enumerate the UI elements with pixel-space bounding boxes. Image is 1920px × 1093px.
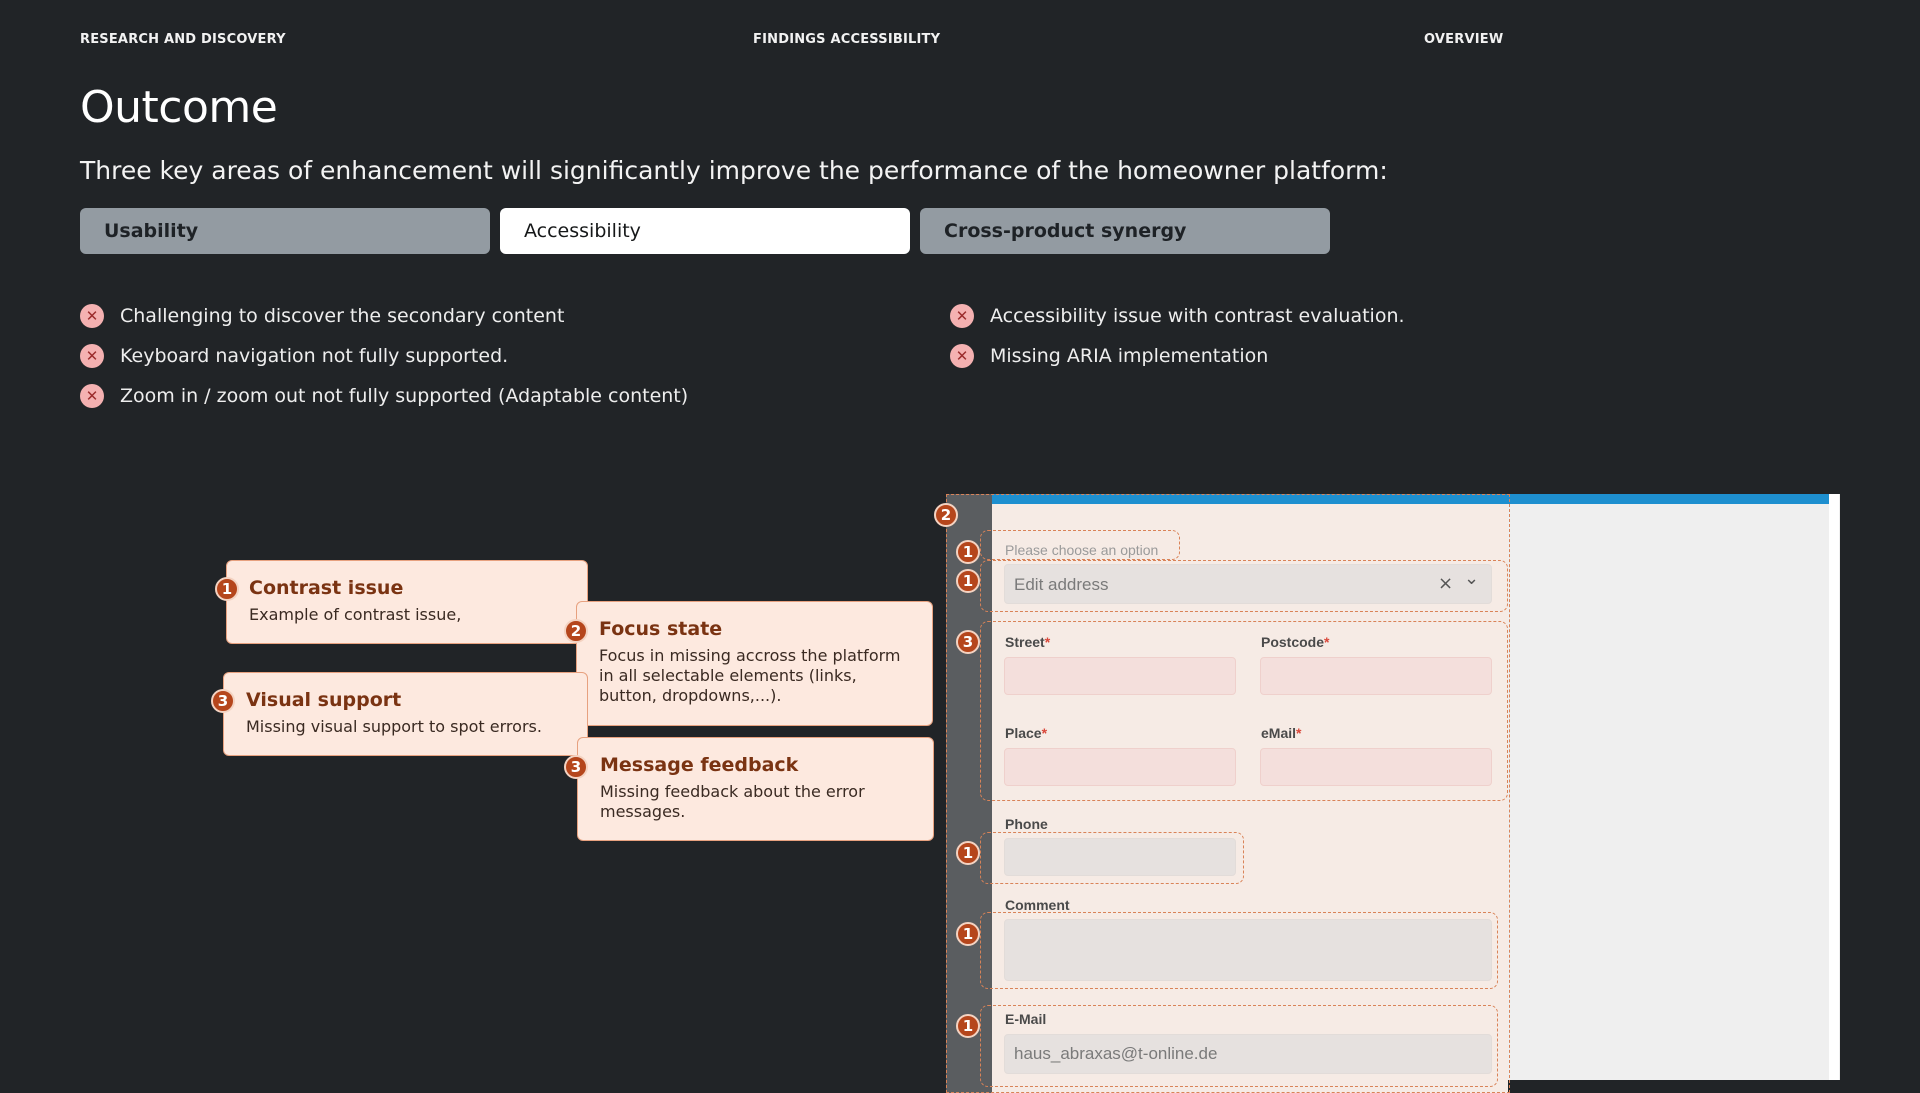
comment-field[interactable] bbox=[1004, 919, 1492, 981]
error-x-icon: ✕ bbox=[950, 344, 974, 368]
list-item: ✕ Zoom in / zoom out not fully supported… bbox=[80, 376, 688, 416]
callout-title: Visual support bbox=[246, 689, 402, 711]
error-x-icon: ✕ bbox=[950, 304, 974, 328]
callout-badge: 1 bbox=[215, 577, 239, 601]
email2-value: haus_abraxas@t-online.de bbox=[1014, 1044, 1218, 1063]
place-label: Place* bbox=[1005, 725, 1048, 741]
issue-text: Accessibility issue with contrast evalua… bbox=[990, 305, 1405, 327]
form-scroll-edge bbox=[1829, 494, 1839, 1080]
street-field[interactable] bbox=[1004, 657, 1236, 695]
nav-overview[interactable]: OVERVIEW bbox=[1424, 32, 1503, 47]
issue-list-right: ✕ Accessibility issue with contrast eval… bbox=[950, 296, 1405, 376]
marker-badge: 2 bbox=[934, 503, 958, 527]
callout-title: Message feedback bbox=[600, 754, 799, 776]
callout-visual-support: Visual support Missing visual support to… bbox=[223, 672, 588, 756]
email-field[interactable] bbox=[1260, 748, 1492, 786]
phone-field[interactable] bbox=[1004, 838, 1236, 876]
callout-badge: 3 bbox=[564, 755, 588, 779]
callout-focus-state: Focus state Focus in missing accross the… bbox=[576, 601, 933, 726]
issue-text: Missing ARIA implementation bbox=[990, 345, 1269, 367]
callout-message-feedback: Message feedback Missing feedback about … bbox=[577, 737, 934, 841]
email-label: eMail* bbox=[1261, 725, 1302, 741]
tab-cross-product-synergy[interactable]: Cross-product synergy bbox=[920, 208, 1330, 254]
tab-accessibility[interactable]: Accessibility bbox=[500, 208, 910, 254]
page-subtitle: Three key areas of enhancement will sign… bbox=[80, 156, 1388, 185]
place-field[interactable] bbox=[1004, 748, 1236, 786]
chevron-down-icon[interactable]: ⌄ bbox=[1464, 568, 1479, 589]
issue-text: Zoom in / zoom out not fully supported (… bbox=[120, 385, 689, 407]
nav-findings-accessibility[interactable]: FINDINGS ACCESSIBILITY bbox=[753, 32, 940, 47]
marker-badge: 1 bbox=[956, 1014, 980, 1038]
marker-badge: 1 bbox=[956, 569, 980, 593]
phone-label: Phone bbox=[1005, 816, 1048, 832]
tab-usability[interactable]: Usability bbox=[80, 208, 490, 254]
callout-contrast-issue: Contrast issue Example of contrast issue… bbox=[226, 560, 588, 644]
select-placeholder: Please choose an option bbox=[1005, 542, 1159, 558]
list-item: ✕ Challenging to discover the secondary … bbox=[80, 296, 688, 336]
callout-body: Focus in missing accross the platform in… bbox=[599, 646, 901, 705]
postcode-field[interactable] bbox=[1260, 657, 1492, 695]
marker-badge: 1 bbox=[956, 841, 980, 865]
clear-icon[interactable]: × bbox=[1438, 573, 1453, 594]
issue-text: Keyboard navigation not fully supported. bbox=[120, 345, 509, 367]
list-item: ✕ Missing ARIA implementation bbox=[950, 336, 1405, 376]
issue-list-left: ✕ Challenging to discover the secondary … bbox=[80, 296, 688, 416]
comment-label: Comment bbox=[1005, 897, 1070, 913]
marker-badge: 3 bbox=[956, 630, 980, 654]
list-item: ✕ Accessibility issue with contrast eval… bbox=[950, 296, 1405, 336]
nav-research-and-discovery[interactable]: RESEARCH AND DISCOVERY bbox=[80, 32, 286, 47]
issue-text: Challenging to discover the secondary co… bbox=[120, 305, 565, 327]
callout-title: Contrast issue bbox=[249, 577, 404, 599]
marker-badge: 1 bbox=[956, 922, 980, 946]
email2-label: E-Mail bbox=[1005, 1011, 1047, 1027]
marker-badge: 1 bbox=[956, 540, 980, 564]
postcode-label: Postcode* bbox=[1261, 634, 1330, 650]
page-title: Outcome bbox=[80, 82, 278, 133]
callout-badge: 2 bbox=[564, 619, 588, 643]
error-x-icon: ✕ bbox=[80, 304, 104, 328]
address-select-value: Edit address bbox=[1014, 575, 1109, 594]
callout-body: Missing feedback about the error message… bbox=[600, 782, 865, 821]
callout-body: Missing visual support to spot errors. bbox=[246, 717, 542, 736]
callout-body: Example of contrast issue, bbox=[249, 605, 462, 624]
list-item: ✕ Keyboard navigation not fully supporte… bbox=[80, 336, 688, 376]
error-x-icon: ✕ bbox=[80, 384, 104, 408]
callout-badge: 3 bbox=[211, 689, 235, 713]
error-x-icon: ✕ bbox=[80, 344, 104, 368]
street-label: Street* bbox=[1005, 634, 1051, 650]
callout-title: Focus state bbox=[599, 618, 723, 640]
